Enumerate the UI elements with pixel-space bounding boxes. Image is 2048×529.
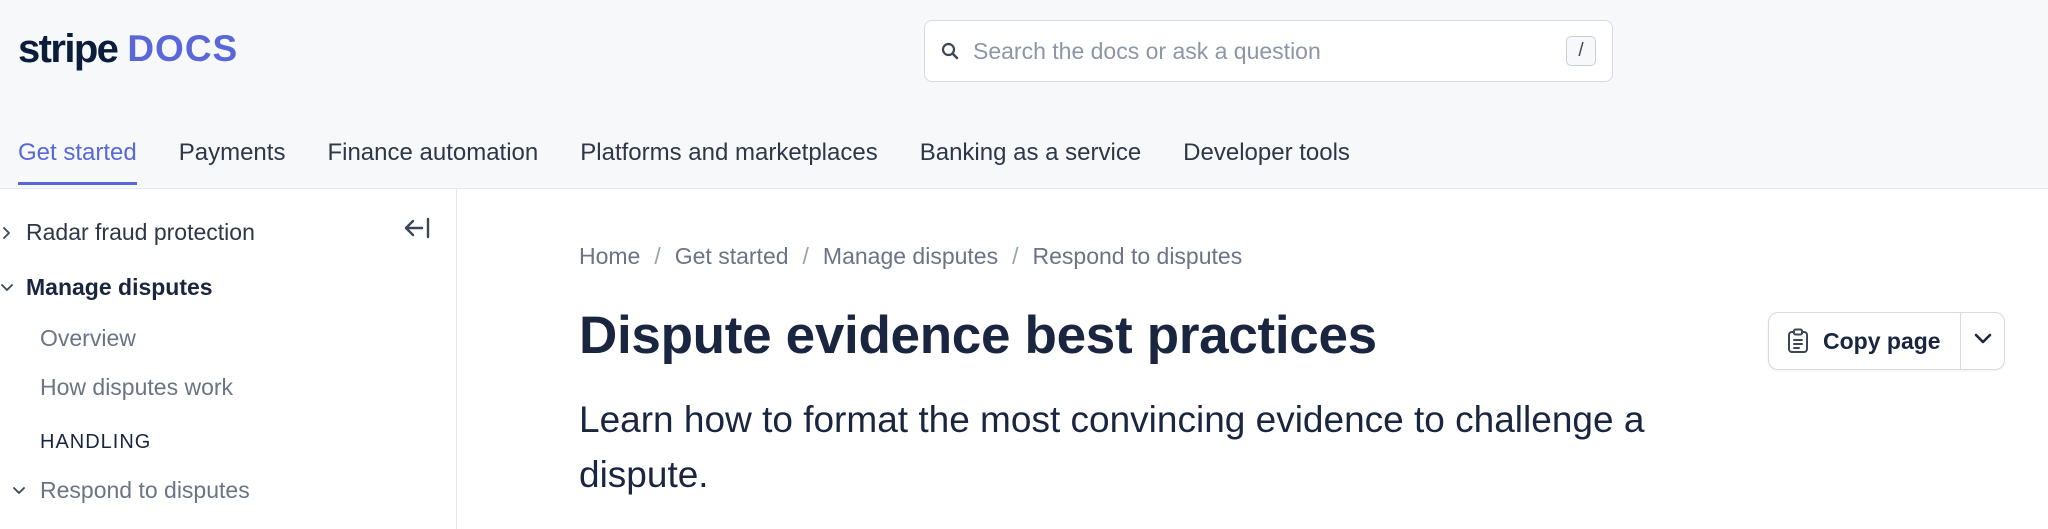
- copy-page-button-group: Copy page: [1768, 312, 2005, 370]
- chevron-down-icon: [12, 484, 26, 498]
- sidebar-item-overview[interactable]: Overview: [40, 325, 136, 352]
- sidebar-item-radar-fraud-protection[interactable]: Radar fraud protection: [0, 219, 255, 246]
- page-title: Dispute evidence best practices: [579, 306, 1377, 365]
- copy-page-label: Copy page: [1823, 327, 1941, 354]
- chevron-down-icon: [0, 281, 14, 295]
- sidebar: Radar fraud protection Manage disputes O…: [0, 189, 457, 529]
- sidebar-item-how-disputes-work[interactable]: How disputes work: [40, 374, 233, 401]
- chevron-right-icon: [0, 226, 14, 240]
- collapse-sidebar-button[interactable]: [400, 213, 434, 247]
- breadcrumb-separator: /: [1012, 243, 1019, 269]
- logo-product: DOCS: [127, 28, 239, 69]
- search-shortcut-key: /: [1566, 36, 1596, 66]
- tab-developer-tools[interactable]: Developer tools: [1183, 125, 1350, 185]
- logo-brand: stripe: [18, 26, 119, 71]
- sidebar-item-label: Radar fraud protection: [26, 219, 255, 245]
- breadcrumb-respond-to-disputes[interactable]: Respond to disputes: [1033, 243, 1243, 270]
- sidebar-item-respond-to-disputes[interactable]: Respond to disputes: [12, 477, 250, 504]
- clipboard-icon: [1787, 328, 1809, 354]
- tab-get-started[interactable]: Get started: [18, 125, 137, 185]
- search-icon: [941, 40, 963, 62]
- chevron-down-icon: [1973, 332, 1993, 351]
- tab-payments[interactable]: Payments: [179, 125, 286, 185]
- breadcrumb-separator: /: [802, 243, 809, 269]
- sidebar-item-manage-disputes[interactable]: Manage disputes: [0, 274, 213, 301]
- copy-page-options-button[interactable]: [1961, 313, 2004, 369]
- page-subtitle: Learn how to format the most convincing …: [579, 399, 1645, 495]
- stripe-docs-logo[interactable]: stripe DOCS: [18, 22, 238, 76]
- breadcrumb-get-started[interactable]: Get started: [675, 243, 789, 270]
- tab-banking-as-a-service[interactable]: Banking as a service: [920, 125, 1141, 185]
- tab-platforms-and-marketplaces[interactable]: Platforms and marketplaces: [580, 125, 877, 185]
- breadcrumb: Home / Get started / Manage disputes / R…: [579, 243, 1242, 270]
- sidebar-item-label: Respond to disputes: [40, 477, 250, 503]
- breadcrumb-manage-disputes[interactable]: Manage disputes: [823, 243, 998, 270]
- breadcrumb-separator: /: [654, 243, 661, 269]
- copy-page-button[interactable]: Copy page: [1769, 313, 1961, 369]
- breadcrumb-home[interactable]: Home: [579, 243, 640, 270]
- collapse-sidebar-icon: [403, 216, 431, 245]
- sidebar-section-heading: HANDLING: [40, 431, 152, 453]
- tab-finance-automation[interactable]: Finance automation: [327, 125, 538, 185]
- search-input[interactable]: [973, 37, 1566, 65]
- search-box[interactable]: /: [924, 20, 1613, 82]
- top-header: stripe DOCS / Get started Payments Finan…: [0, 0, 2048, 189]
- sidebar-item-label: Manage disputes: [26, 274, 213, 300]
- top-nav-tabs: Get started Payments Finance automation …: [18, 128, 1350, 188]
